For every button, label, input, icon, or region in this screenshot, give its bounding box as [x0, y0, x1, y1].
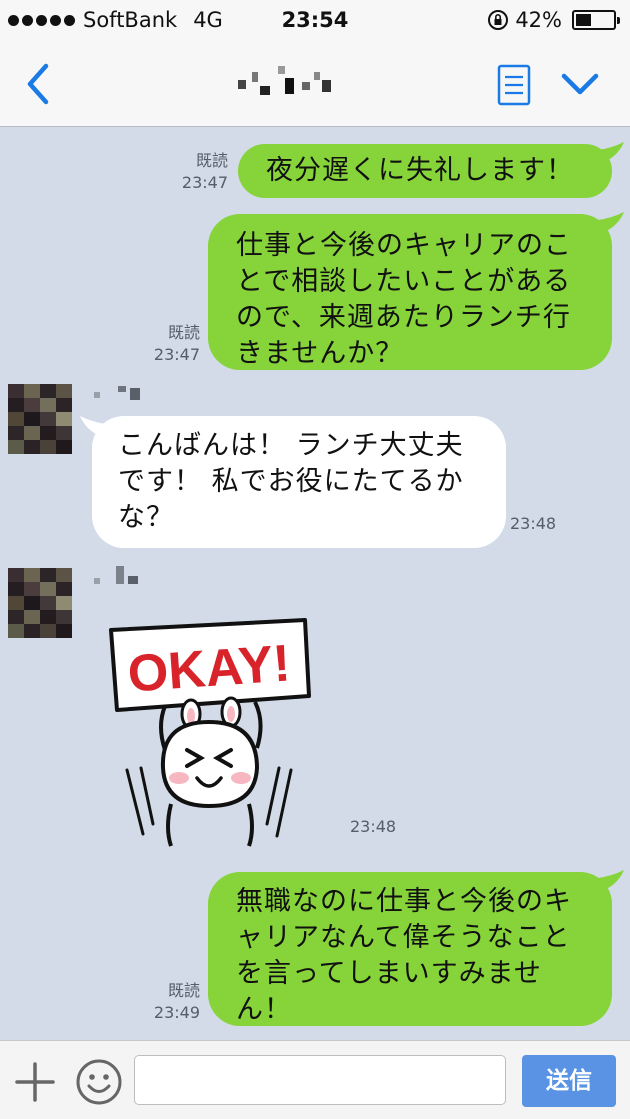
- chevron-left-icon[interactable]: [22, 62, 56, 106]
- avatar[interactable]: [8, 568, 72, 638]
- sender-name-blurred: [90, 384, 160, 402]
- read-label: 既読: [195, 151, 228, 170]
- sticker-text: OKAY!: [126, 634, 292, 703]
- notes-icon[interactable]: [497, 64, 531, 106]
- message-line: 仕事と今後のキャリアのこ: [236, 230, 572, 261]
- battery-level: [576, 14, 591, 26]
- bubble-tail: [598, 212, 624, 232]
- message-line: こんばんは！ ランチ大丈夫: [118, 430, 464, 461]
- sender-name-blurred: [90, 566, 160, 584]
- message-time: 23:47: [153, 345, 200, 364]
- bubble-tail: [80, 416, 106, 436]
- message-meta: 既読 23:49: [140, 980, 200, 1024]
- bubble-tail: [598, 142, 624, 162]
- status-right: 42%: [487, 8, 620, 32]
- message-meta: 既読 23:47: [140, 322, 200, 366]
- plus-icon[interactable]: [14, 1061, 56, 1103]
- message-bubble-incoming[interactable]: こんばんは！ ランチ大丈夫 です！ 私でお役にたてるか な？: [92, 416, 506, 548]
- message-line: ャリアなんて偉そうなこと: [236, 922, 571, 953]
- bubble-tail: [598, 870, 624, 890]
- message-time: 23:47: [181, 173, 228, 192]
- rotation-lock-icon: [488, 10, 509, 30]
- message-bubble-outgoing[interactable]: 夜分遅くに失礼します！: [238, 144, 612, 198]
- message-line: とで相談したいことがある: [236, 266, 572, 297]
- message-time: 23:48: [350, 817, 397, 836]
- message-meta: 既読 23:47: [168, 150, 228, 194]
- message-line: を言ってしまいすみませ: [236, 958, 542, 989]
- message-line: 無職なのに仕事と今後のキ: [236, 886, 572, 917]
- chevron-down-icon[interactable]: [560, 70, 600, 100]
- nav-bar: [0, 42, 630, 127]
- chat-title-blurred: [230, 66, 340, 106]
- message-line: ん！: [236, 994, 292, 1025]
- battery-icon: [572, 10, 620, 30]
- message-line: きませんか？: [236, 338, 404, 369]
- okay-sticker[interactable]: OKAY!: [105, 618, 315, 848]
- message-time: 23:49: [153, 1003, 200, 1022]
- message-line: な？: [118, 502, 174, 533]
- sticker-sign: OKAY!: [109, 618, 311, 712]
- message-time: 23:48: [510, 514, 557, 533]
- emoji-icon[interactable]: [74, 1057, 124, 1107]
- message-bubble-outgoing[interactable]: 仕事と今後のキャリアのこ とで相談したいことがある ので、来週あたりランチ行 き…: [208, 214, 612, 370]
- avatar[interactable]: [8, 384, 72, 454]
- send-button[interactable]: 送信: [522, 1055, 616, 1107]
- message-bubble-outgoing[interactable]: 無職なのに仕事と今後のキ ャリアなんて偉そうなこと を言ってしまいすみませ ん！: [208, 872, 612, 1026]
- read-label: 既読: [167, 323, 200, 342]
- input-bar: 送信: [0, 1040, 630, 1119]
- message-input[interactable]: [134, 1055, 506, 1105]
- message-line: です！ 私でお役にたてるか: [118, 466, 464, 497]
- battery-percent: 42%: [515, 8, 562, 32]
- message-text: 夜分遅くに失礼します！: [266, 155, 574, 186]
- status-bar: SoftBank 4G 23:54 42%: [0, 0, 630, 42]
- read-label: 既読: [167, 981, 200, 1000]
- message-line: ので、来週あたりランチ行: [236, 302, 571, 333]
